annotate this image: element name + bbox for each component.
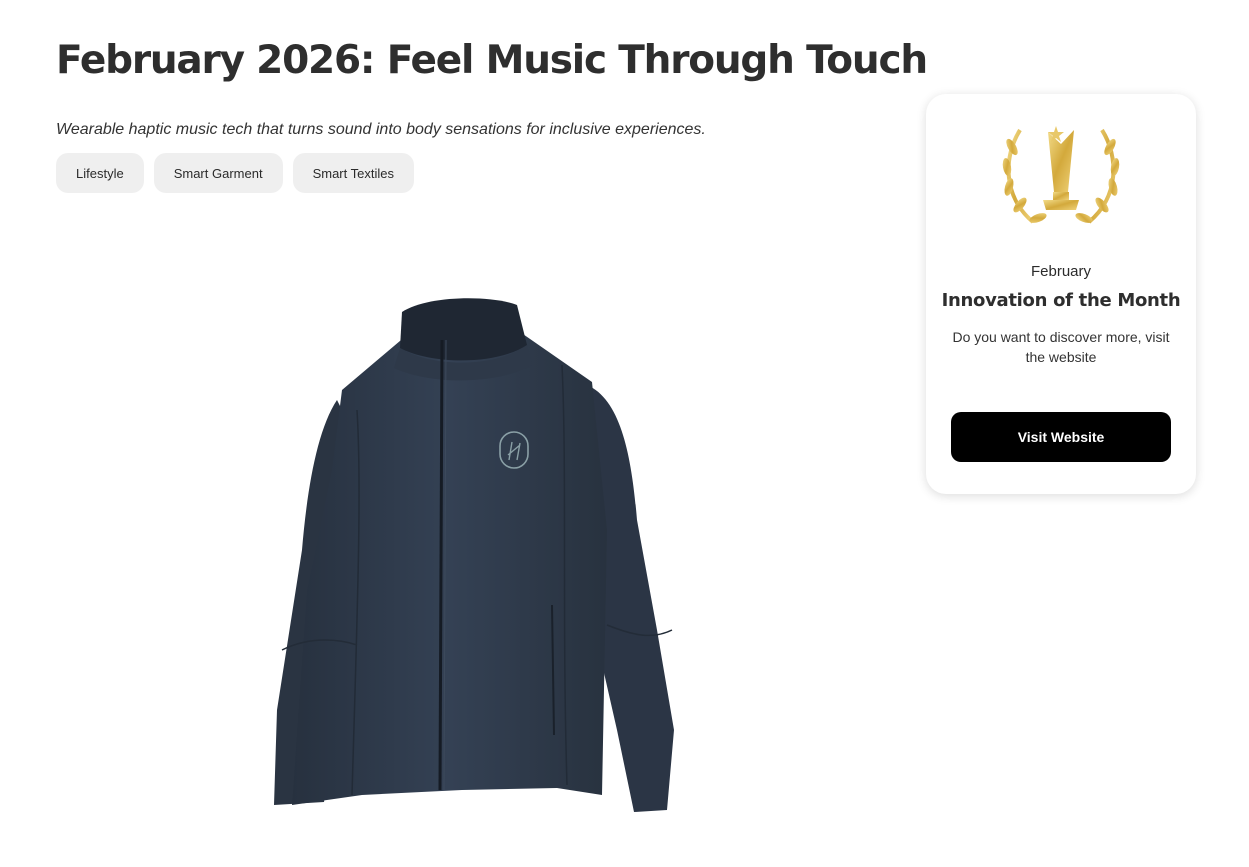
award-description: Do you want to discover more, visit the … bbox=[952, 329, 1170, 365]
trophy-laurel-icon bbox=[1002, 126, 1120, 224]
tag-lifestyle[interactable]: Lifestyle bbox=[56, 153, 144, 193]
award-card: February Innovation of the Month Do you … bbox=[926, 94, 1196, 494]
visit-website-button[interactable]: Visit Website bbox=[951, 412, 1171, 462]
jacket-image bbox=[274, 298, 674, 812]
award-month: February bbox=[1030, 263, 1092, 280]
tag-smart-garment[interactable]: Smart Garment bbox=[153, 153, 283, 193]
page-subtitle: Wearable haptic music tech that turns so… bbox=[56, 121, 706, 138]
tag-list: Lifestyle Smart Garment Smart Textiles bbox=[56, 153, 414, 193]
tag-smart-textiles[interactable]: Smart Textiles bbox=[292, 153, 414, 193]
award-title: Innovation of the Month bbox=[941, 290, 1181, 311]
page-title: February 2026: Feel Music Through Touch bbox=[56, 38, 928, 83]
